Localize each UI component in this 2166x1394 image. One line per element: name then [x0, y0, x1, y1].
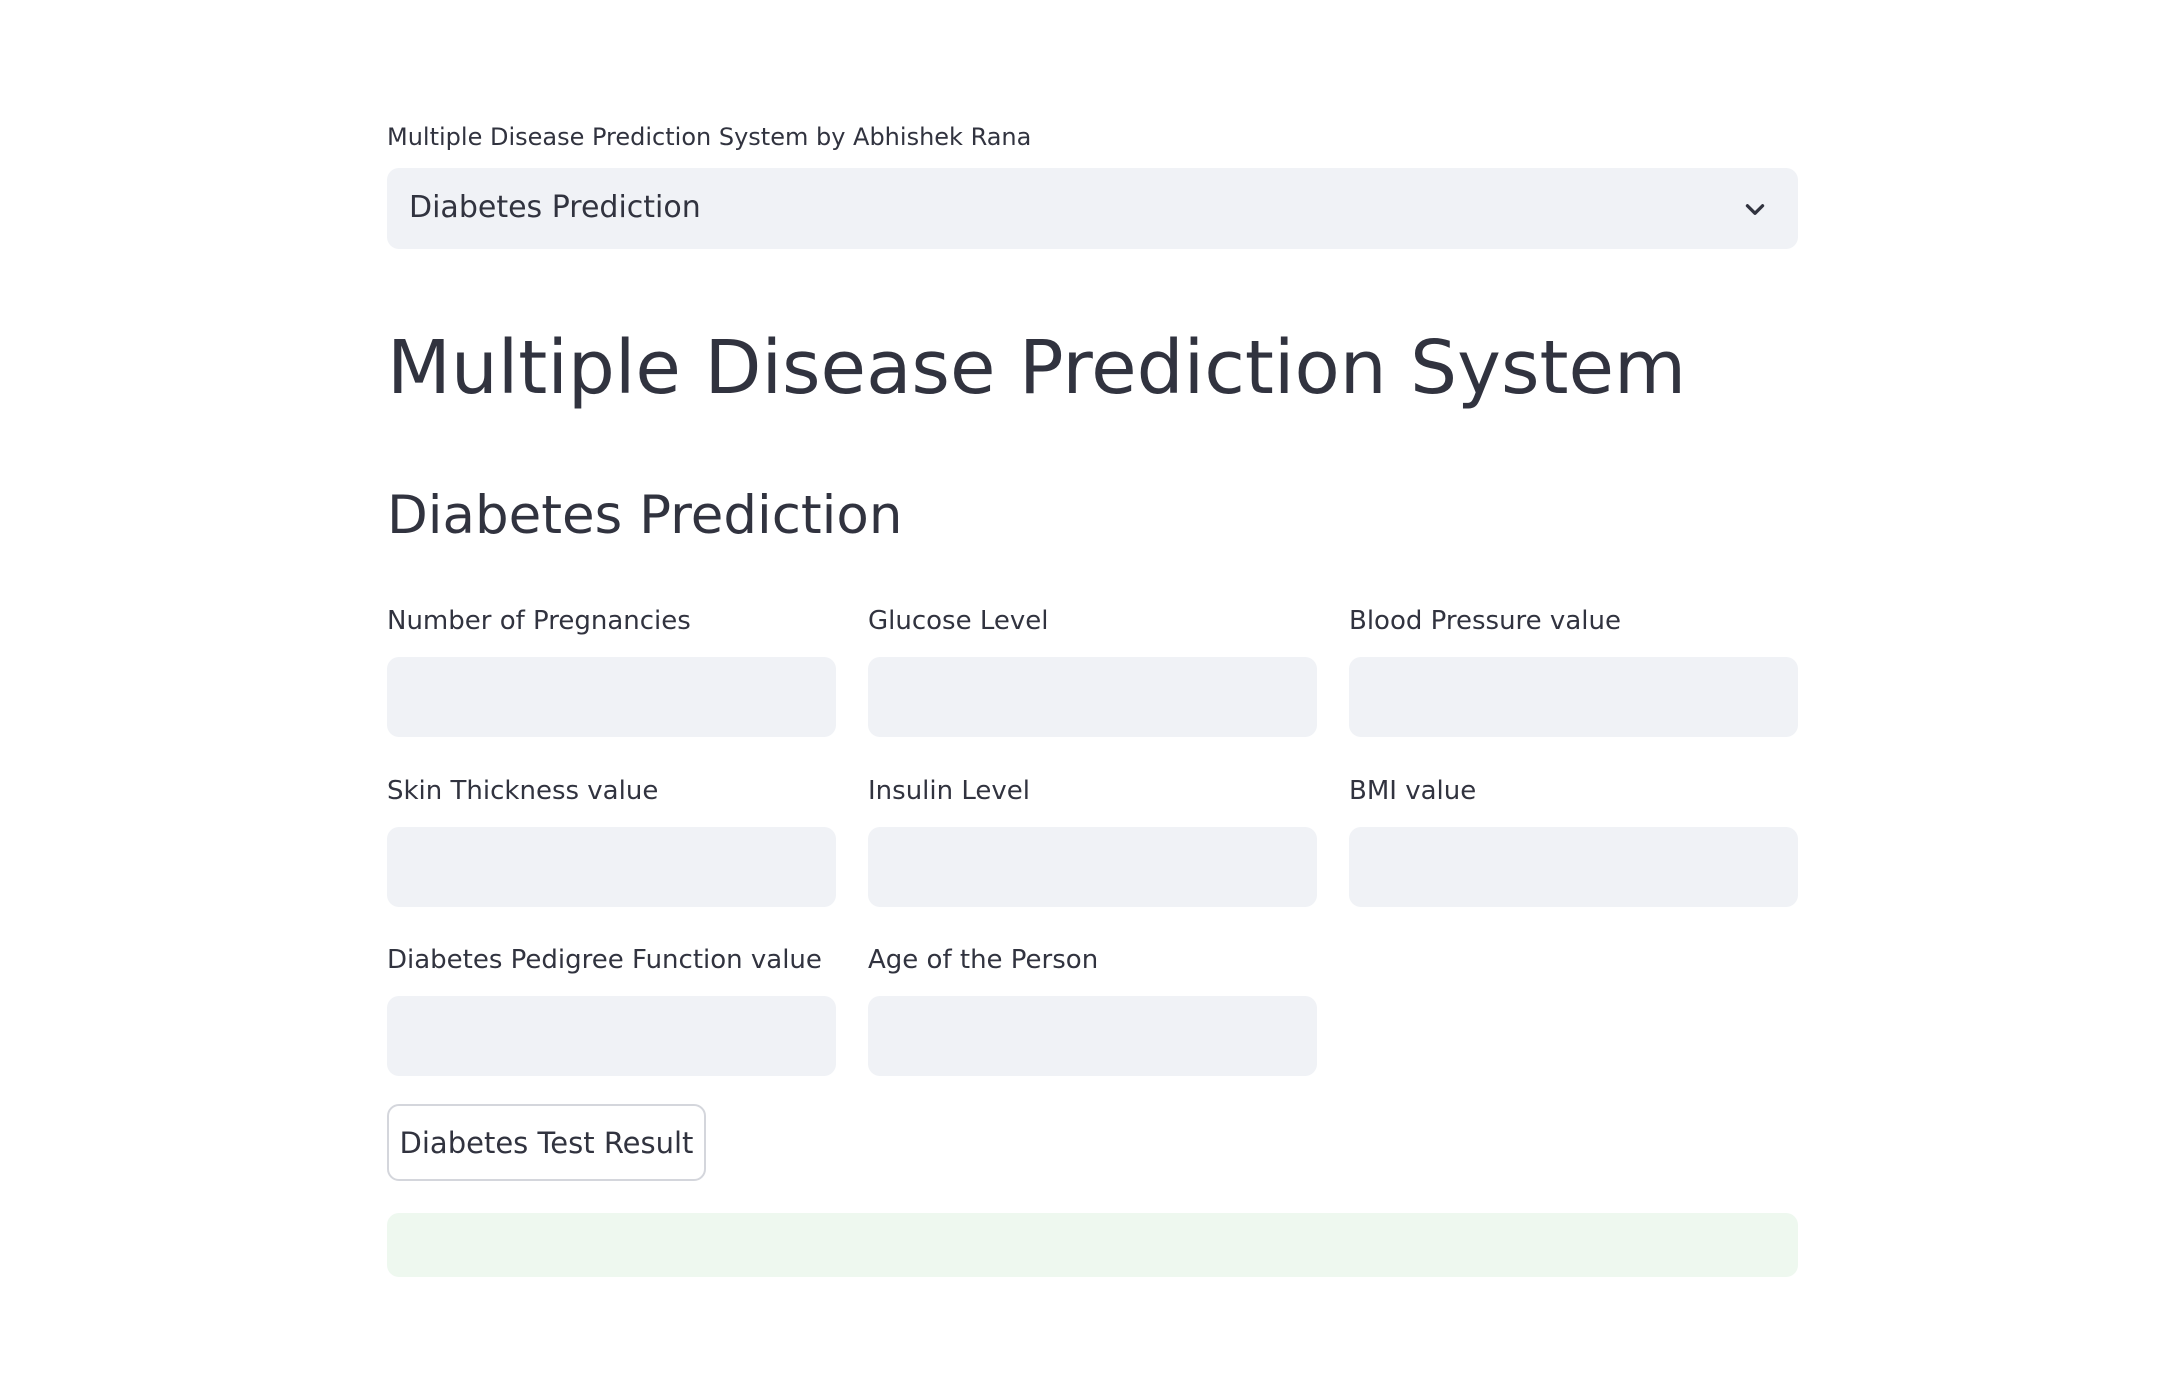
pedigree-field-group: Diabetes Pedigree Function value	[387, 940, 836, 1076]
insulin-field-group: Insulin Level	[868, 771, 1317, 907]
disease-select-value: Diabetes Prediction	[409, 190, 701, 225]
blood-pressure-field-group: Blood Pressure value	[1349, 601, 1798, 737]
section-title: Diabetes Prediction	[387, 485, 903, 546]
glucose-field-group: Glucose Level	[868, 601, 1317, 737]
pregnancies-input[interactable]	[387, 657, 836, 737]
age-input[interactable]	[868, 996, 1317, 1076]
bmi-field-group: BMI value	[1349, 771, 1798, 907]
page-title: Multiple Disease Prediction System	[387, 325, 1687, 411]
skin-thickness-field-group: Skin Thickness value	[387, 771, 836, 907]
insulin-input[interactable]	[868, 827, 1317, 907]
glucose-input[interactable]	[868, 657, 1317, 737]
blood-pressure-label: Blood Pressure value	[1349, 606, 1621, 636]
skin-thickness-label: Skin Thickness value	[387, 776, 659, 806]
skin-thickness-input[interactable]	[387, 827, 836, 907]
app-page: Multiple Disease Prediction System by Ab…	[0, 0, 2166, 1394]
age-label: Age of the Person	[868, 945, 1099, 975]
result-success-box	[387, 1213, 1798, 1277]
blood-pressure-input[interactable]	[1349, 657, 1798, 737]
pregnancies-label: Number of Pregnancies	[387, 606, 691, 636]
pregnancies-field-group: Number of Pregnancies	[387, 601, 836, 737]
bmi-label: BMI value	[1349, 776, 1477, 806]
pedigree-label: Diabetes Pedigree Function value	[387, 945, 822, 975]
glucose-label: Glucose Level	[868, 606, 1049, 636]
chevron-down-icon[interactable]	[1742, 196, 1768, 222]
insulin-label: Insulin Level	[868, 776, 1030, 806]
age-field-group: Age of the Person	[868, 940, 1317, 1076]
diabetes-test-result-button[interactable]: Diabetes Test Result	[387, 1104, 706, 1181]
pedigree-input[interactable]	[387, 996, 836, 1076]
disease-select[interactable]: Diabetes Prediction	[387, 168, 1798, 249]
disease-select-label: Multiple Disease Prediction System by Ab…	[387, 123, 1032, 151]
bmi-input[interactable]	[1349, 827, 1798, 907]
